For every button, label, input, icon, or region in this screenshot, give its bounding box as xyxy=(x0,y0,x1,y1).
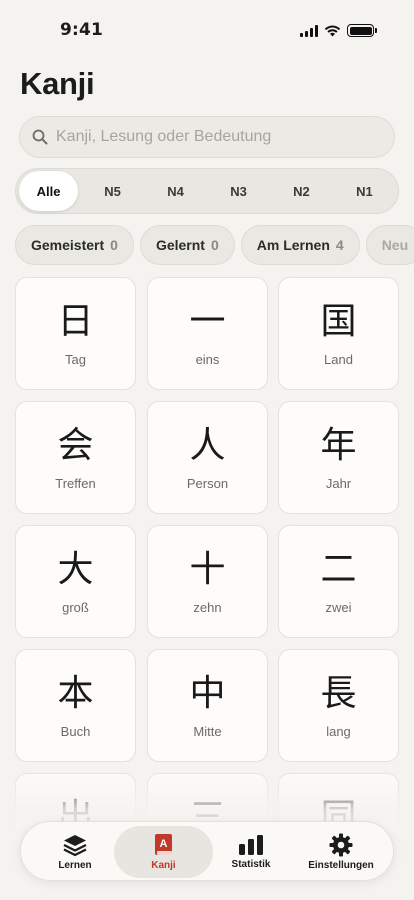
status-filter-bar: Gemeistert 0 Gelernt 0 Am Lernen 4 Neu xyxy=(15,225,414,267)
kanji-character: 二 xyxy=(320,549,357,590)
filter-learning[interactable]: Am Lernen 4 xyxy=(240,225,360,265)
wifi-icon xyxy=(324,25,341,36)
tab-label: Kanji xyxy=(151,860,176,871)
kanji-meaning: Jahr xyxy=(325,476,352,491)
tab-einstellungen[interactable]: Einstellungen xyxy=(291,826,391,878)
level-n1[interactable]: N1 xyxy=(333,171,396,211)
gear-icon xyxy=(329,833,353,857)
kanji-character: 国 xyxy=(320,301,357,342)
status-bar: 9:41 xyxy=(0,0,414,60)
kanji-card[interactable]: 会 Treffen xyxy=(15,401,136,514)
layers-icon xyxy=(63,835,87,857)
page-title: Kanji xyxy=(20,66,95,101)
kanji-card[interactable]: 日 Tag xyxy=(15,277,136,390)
search-input[interactable] xyxy=(56,128,394,146)
level-segmented-control: Alle N5 N4 N3 N2 N1 xyxy=(15,168,399,214)
kanji-character: 会 xyxy=(57,425,94,466)
filter-label: Gemeistert xyxy=(31,237,105,253)
kanji-book-icon: A xyxy=(154,834,172,855)
svg-text:A: A xyxy=(159,838,167,850)
level-all[interactable]: Alle xyxy=(19,171,79,211)
level-n5[interactable]: N5 xyxy=(81,171,144,211)
status-time: 9:41 xyxy=(60,20,104,40)
filter-label: Am Lernen xyxy=(256,237,330,253)
kanji-card[interactable]: 二 zwei xyxy=(278,525,399,638)
battery-icon xyxy=(347,24,377,37)
kanji-meaning: Treffen xyxy=(55,476,96,491)
kanji-meaning: Buch xyxy=(60,724,91,739)
kanji-character: 人 xyxy=(189,425,226,466)
kanji-meaning: Tag xyxy=(65,352,86,367)
tab-statistik[interactable]: Statistik xyxy=(201,826,301,878)
status-icons xyxy=(300,24,377,37)
kanji-character: 中 xyxy=(189,673,226,714)
kanji-card[interactable]: 中 Mitte xyxy=(147,649,268,762)
kanji-meaning: zwei xyxy=(325,600,352,615)
kanji-card[interactable]: 一 eins xyxy=(147,277,268,390)
kanji-grid: 日 Tag 一 eins 国 Land 会 Treffen 人 Person 年 Jahr … xyxy=(15,277,400,837)
tab-label: Statistik xyxy=(231,859,271,870)
kanji-character: 十 xyxy=(189,549,226,590)
kanji-meaning: zehn xyxy=(193,600,222,615)
filter-label: Gelernt xyxy=(155,237,205,253)
filter-label: Neu xyxy=(381,237,409,253)
filter-learned[interactable]: Gelernt 0 xyxy=(139,225,235,265)
filter-mastered[interactable]: Gemeistert 0 xyxy=(15,225,134,265)
tab-bar: Lernen A Kanji Statistik Einstellungen xyxy=(20,821,394,881)
kanji-character: 一 xyxy=(189,301,226,342)
kanji-meaning: Person xyxy=(186,476,229,491)
tab-label: Lernen xyxy=(58,860,92,871)
level-n2[interactable]: N2 xyxy=(270,171,333,211)
kanji-card[interactable]: 本 Buch xyxy=(15,649,136,762)
level-n3[interactable]: N3 xyxy=(207,171,270,211)
tab-kanji[interactable]: A Kanji xyxy=(114,826,213,878)
tab-label: Einstellungen xyxy=(308,860,374,871)
filter-count: 0 xyxy=(210,237,219,253)
kanji-character: 本 xyxy=(57,673,94,714)
kanji-meaning: Land xyxy=(324,352,353,367)
kanji-card[interactable]: 年 Jahr xyxy=(278,401,399,514)
filter-new[interactable]: Neu xyxy=(365,225,414,265)
filter-count: 4 xyxy=(335,237,344,253)
signal-icon xyxy=(300,24,318,37)
kanji-card[interactable]: 長 lang xyxy=(278,649,399,762)
bar-chart-icon xyxy=(239,835,263,855)
kanji-meaning: groß xyxy=(62,600,89,615)
kanji-card[interactable]: 十 zehn xyxy=(147,525,268,638)
kanji-card[interactable]: 人 Person xyxy=(147,401,268,514)
kanji-character: 日 xyxy=(57,301,94,342)
kanji-meaning: eins xyxy=(195,352,220,367)
tab-lernen[interactable]: Lernen xyxy=(25,826,125,878)
kanji-card[interactable]: 大 groß xyxy=(15,525,136,638)
search-icon xyxy=(32,129,48,145)
kanji-meaning: lang xyxy=(326,724,351,739)
search-bar[interactable] xyxy=(19,116,395,158)
kanji-character: 長 xyxy=(320,673,357,714)
kanji-card[interactable]: 国 Land xyxy=(278,277,399,390)
kanji-character: 年 xyxy=(320,425,357,466)
filter-count: 0 xyxy=(110,237,118,253)
level-n4[interactable]: N4 xyxy=(144,171,207,211)
kanji-meaning: Mitte xyxy=(193,724,222,739)
kanji-character: 大 xyxy=(57,549,94,590)
